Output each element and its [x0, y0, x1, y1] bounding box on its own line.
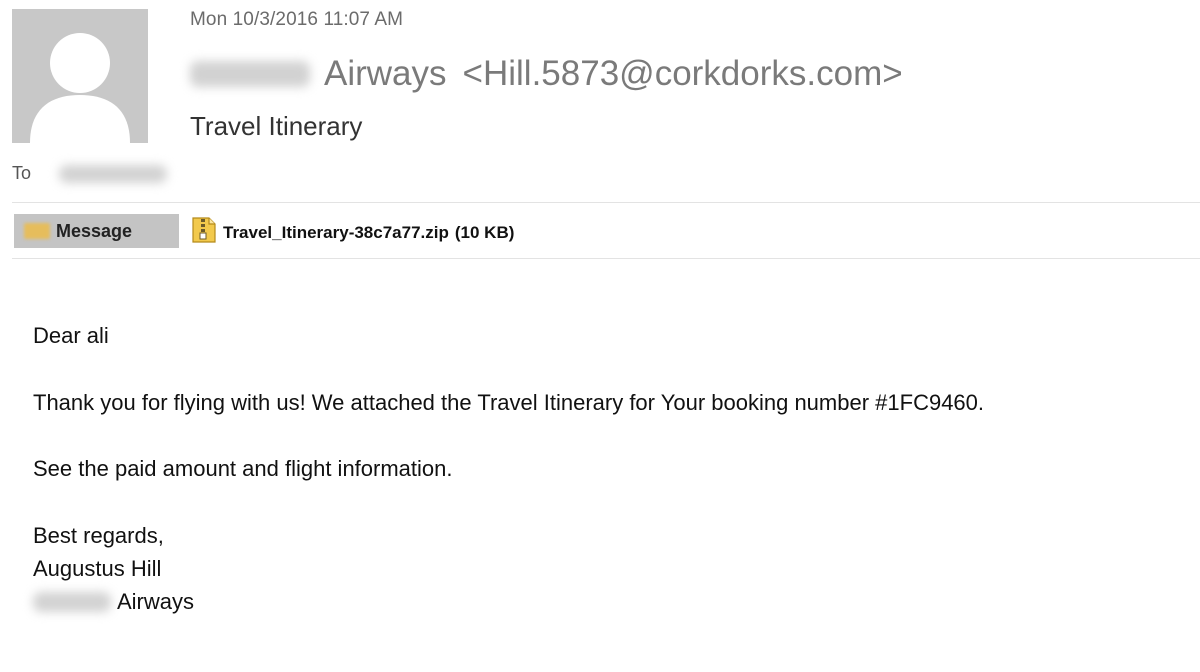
recipient-row: To: [12, 163, 168, 184]
attachment-file-name: Travel_Itinerary-38c7a77.zip: [223, 222, 449, 242]
signer-name: Augustus Hill: [33, 556, 162, 581]
header-divider: [12, 202, 1200, 203]
attachment-divider: [12, 258, 1200, 259]
envelope-icon: [24, 223, 50, 239]
email-reading-pane: Mon 10/3/2016 11:07 AM Airways <Hill.587…: [0, 0, 1200, 672]
sender-name-suffix: Airways: [324, 54, 447, 93]
body-thanks-paragraph: Thank you for flying with us! We attache…: [33, 390, 985, 415]
body-closing: Best regards,: [33, 523, 164, 548]
message-tab-label: Message: [56, 220, 133, 241]
sender-line[interactable]: Airways <Hill.5873@corkdorks.com>: [190, 52, 903, 96]
redacted-recipient: [59, 164, 168, 183]
body-info-paragraph: See the paid amount and flight informati…: [33, 456, 453, 481]
redacted-company-name: [33, 592, 111, 612]
person-icon: [12, 9, 148, 143]
attachment-file-size: (10 KB): [454, 222, 515, 242]
sender-email: <Hill.5873@corkdorks.com>: [462, 54, 903, 93]
body-greeting: Dear ali: [33, 323, 109, 348]
signer-company: Airways: [33, 589, 194, 615]
sent-date: Mon 10/3/2016 11:07 AM: [190, 9, 404, 30]
redacted-sender-name: [190, 61, 310, 87]
to-label: To: [12, 163, 32, 183]
attachment-item[interactable]: Travel_Itinerary-38c7a77.zip (10 KB): [191, 216, 514, 249]
zip-file-icon: [191, 216, 217, 249]
signer-company-suffix: Airways: [117, 589, 195, 614]
email-subject: Travel Itinerary: [190, 111, 363, 141]
message-tab[interactable]: Message: [14, 214, 179, 248]
sender-avatar[interactable]: [12, 9, 148, 143]
